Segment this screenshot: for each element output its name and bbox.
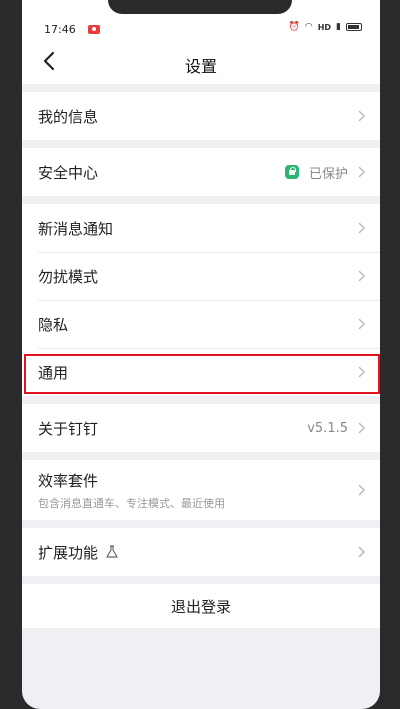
row-label: 勿扰模式 bbox=[38, 267, 99, 286]
chevron-right-icon bbox=[358, 484, 366, 496]
row-label: 扩展功能 bbox=[38, 543, 99, 562]
row-extensions[interactable]: 扩展功能 bbox=[22, 528, 380, 576]
wifi-icon: ◠ bbox=[304, 22, 313, 32]
row-label: 通用 bbox=[38, 363, 69, 382]
row-security-center[interactable]: 安全中心 已保护 bbox=[22, 148, 380, 196]
chevron-right-icon bbox=[358, 422, 366, 434]
row-about[interactable]: 关于钉钉 v5.1.5 bbox=[22, 404, 380, 452]
shield-lock-icon bbox=[284, 165, 299, 179]
group-extensions: 扩展功能 bbox=[22, 528, 380, 576]
row-subtitle: 包含消息直通车、专注模式、最近使用 bbox=[38, 496, 225, 510]
row-label: 关于钉钉 bbox=[38, 419, 99, 438]
group-general: 新消息通知 勿扰模式 隐私 通用 bbox=[22, 204, 380, 396]
row-notifications[interactable]: 新消息通知 bbox=[22, 204, 380, 252]
phone-frame: 17:46 ⏰ ◠ HD ▮ 设置 我的信息 安全中心 已保护 新消息通知 勿扰… bbox=[0, 0, 400, 709]
version-label: v5.1.5 bbox=[307, 420, 348, 436]
row-label: 安全中心 bbox=[38, 163, 99, 182]
row-privacy[interactable]: 隐私 bbox=[22, 300, 380, 348]
security-status: 已保护 bbox=[308, 166, 348, 182]
row-my-info[interactable]: 我的信息 bbox=[22, 92, 380, 140]
screen: 17:46 ⏰ ◠ HD ▮ 设置 我的信息 安全中心 已保护 新消息通知 勿扰… bbox=[22, 0, 380, 709]
status-time: 17:46 bbox=[44, 23, 76, 36]
row-label: 效率套件 bbox=[38, 471, 99, 490]
row-efficiency-suite[interactable]: 效率套件 包含消息直通车、专注模式、最近使用 bbox=[22, 460, 380, 520]
chevron-right-icon bbox=[358, 366, 366, 378]
chevron-right-icon bbox=[358, 110, 366, 122]
recording-icon bbox=[88, 25, 100, 34]
alarm-icon: ⏰ bbox=[288, 22, 300, 32]
group-profile: 我的信息 bbox=[22, 92, 380, 140]
chevron-right-icon bbox=[358, 546, 366, 558]
network-label: HD bbox=[317, 22, 332, 32]
group-about: 关于钉钉 v5.1.5 bbox=[22, 404, 380, 452]
row-do-not-disturb[interactable]: 勿扰模式 bbox=[22, 252, 380, 300]
row-label: 隐私 bbox=[38, 315, 69, 334]
row-general[interactable]: 通用 bbox=[22, 348, 380, 396]
row-label: 我的信息 bbox=[38, 107, 99, 126]
nav-bar: 设置 bbox=[22, 38, 380, 84]
chevron-right-icon bbox=[358, 318, 366, 330]
status-icons: ⏰ ◠ HD ▮ bbox=[289, 22, 362, 32]
camera-notch bbox=[108, 0, 292, 14]
row-label: 新消息通知 bbox=[38, 219, 114, 238]
group-security: 安全中心 已保护 bbox=[22, 148, 380, 196]
chevron-right-icon bbox=[358, 166, 366, 178]
logout-button[interactable]: 退出登录 bbox=[22, 584, 380, 628]
chevron-right-icon bbox=[358, 270, 366, 282]
signal-icon: ▮ bbox=[336, 22, 341, 32]
battery-icon bbox=[346, 23, 362, 31]
flask-icon bbox=[106, 545, 118, 558]
page-title: 设置 bbox=[184, 57, 217, 76]
group-efficiency: 效率套件 包含消息直通车、专注模式、最近使用 bbox=[22, 460, 380, 520]
chevron-right-icon bbox=[358, 222, 366, 234]
settings-list: 我的信息 安全中心 已保护 新消息通知 勿扰模式 隐私 通用 关于钉钉 v5.1… bbox=[22, 92, 380, 628]
